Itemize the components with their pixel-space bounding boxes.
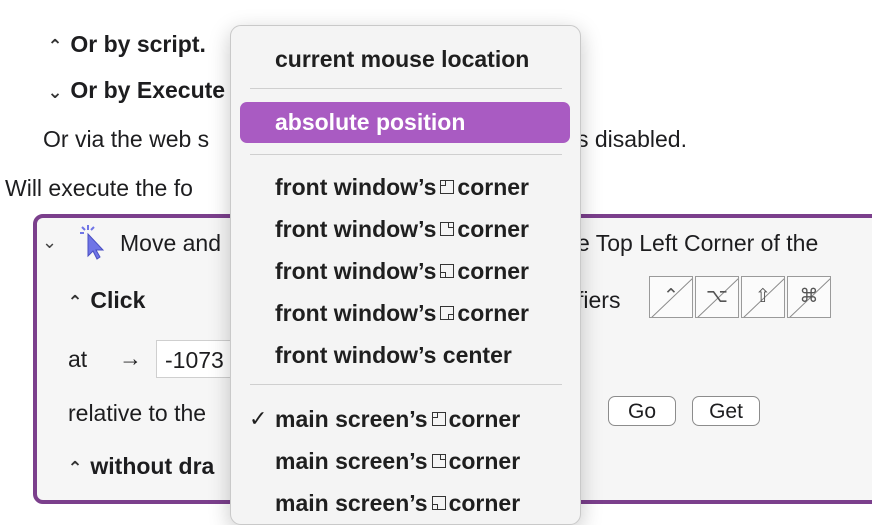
or-by-execute-label: Or by Execute <box>70 77 226 103</box>
menu-item-suffix: corner <box>457 258 529 284</box>
menu-item-suffix: corner <box>457 300 529 326</box>
updown-chevron-icon: ⌃ <box>67 458 83 478</box>
menu-item-absolute-position[interactable]: absolute position <box>231 102 580 143</box>
will-execute-text: Will execute the fo <box>5 175 193 201</box>
or-by-script-label: Or by script. <box>70 31 206 57</box>
arrow-right-icon: → <box>119 345 142 371</box>
disclosure-chevron-icon[interactable]: ⌄ <box>42 232 57 253</box>
menu-item-front-window-top-left-corner[interactable]: front window’s corner <box>231 169 580 205</box>
or-by-script-row[interactable]: ⌃ Or by script. <box>46 31 206 58</box>
action-title-left: Move and <box>120 230 222 256</box>
menu-item-label: front window’s <box>275 174 437 200</box>
menu-separator <box>250 154 562 155</box>
menu-item-label: front window’s <box>275 258 437 284</box>
menu-item-main-screen-top-left-corner[interactable]: ✓ main screen’s corner <box>231 401 580 437</box>
updown-chevron-icon: ⌃ <box>67 292 83 312</box>
menu-item-front-window-top-right-corner[interactable]: front window’s corner <box>231 211 580 247</box>
menu-item-suffix: corner <box>448 448 521 474</box>
go-button[interactable]: Go <box>608 396 676 426</box>
menu-item-current-mouse-location[interactable]: current mouse location <box>231 41 580 77</box>
action-title-right: e Top Left Corner of the <box>577 230 819 256</box>
menu-item-label: main screen’s <box>275 448 428 474</box>
bottom-left-corner-icon <box>440 264 455 279</box>
top-left-corner-icon <box>431 412 446 427</box>
menu-item-front-window-center[interactable]: front window’s center <box>231 337 580 373</box>
web-server-text-right: s disabled. <box>577 126 687 152</box>
menu-item-main-screen-top-right-corner[interactable]: main screen’s corner <box>231 443 580 479</box>
click-popup[interactable]: ⌃ Click <box>66 287 145 314</box>
click-label: Click <box>90 287 146 313</box>
get-button[interactable]: Get <box>692 396 760 426</box>
menu-item-main-screen-bottom-left-corner[interactable]: main screen’s corner <box>231 485 580 521</box>
menu-item-suffix: corner <box>457 216 529 242</box>
shift-icon: ⇧ <box>755 286 771 307</box>
control-icon: ⌃ <box>663 286 679 307</box>
menu-item-label: absolute position <box>275 109 466 135</box>
relative-to-label: relative to the <box>68 400 207 426</box>
menu-item-label: front window’s <box>275 216 437 242</box>
menu-separator <box>250 384 562 385</box>
option-key-toggle[interactable]: ⌥ <box>695 276 739 318</box>
position-popup-menu: current mouse location absolute position… <box>230 25 581 525</box>
click-cursor-icon <box>78 224 108 265</box>
menu-item-label: current mouse location <box>275 46 530 72</box>
or-by-execute-row[interactable]: ⌄ Or by Execute <box>46 77 225 104</box>
menu-item-suffix: corner <box>457 174 529 200</box>
shift-key-toggle[interactable]: ⇧ <box>741 276 785 318</box>
chevron-down-icon: ⌄ <box>47 82 63 102</box>
menu-item-suffix: corner <box>448 406 521 432</box>
menu-item-suffix: corner <box>448 490 521 516</box>
menu-item-front-window-bottom-left-corner[interactable]: front window’s corner <box>231 253 580 289</box>
menu-item-label: main screen’s <box>275 490 428 516</box>
option-icon: ⌥ <box>706 286 728 307</box>
checkmark-icon: ✓ <box>249 406 268 431</box>
drag-popup[interactable]: ⌃ without dra <box>66 453 214 480</box>
control-key-toggle[interactable]: ⌃ <box>649 276 693 318</box>
bottom-left-corner-icon <box>431 496 446 511</box>
menu-item-label: main screen’s <box>275 406 428 432</box>
updown-chevron-icon: ⌃ <box>47 36 63 56</box>
menu-item-label: front window’s center <box>275 342 512 368</box>
drag-label: without dra <box>90 453 215 479</box>
command-icon: ⌘ <box>799 286 819 307</box>
bottom-right-corner-icon <box>440 306 455 321</box>
menu-item-label: front window’s <box>275 300 437 326</box>
command-key-toggle[interactable]: ⌘ <box>787 276 831 318</box>
modifier-keys: ⌃ ⌥ ⇧ ⌘ <box>649 276 833 318</box>
at-label: at <box>68 346 88 372</box>
top-right-corner-icon <box>440 222 455 237</box>
top-right-corner-icon <box>431 454 446 469</box>
modifiers-label: fiers <box>577 287 621 313</box>
web-server-text-left: Or via the web s <box>43 126 210 152</box>
menu-item-front-window-bottom-right-corner[interactable]: front window’s corner <box>231 295 580 331</box>
menu-separator <box>250 88 562 89</box>
top-left-corner-icon <box>440 180 455 195</box>
